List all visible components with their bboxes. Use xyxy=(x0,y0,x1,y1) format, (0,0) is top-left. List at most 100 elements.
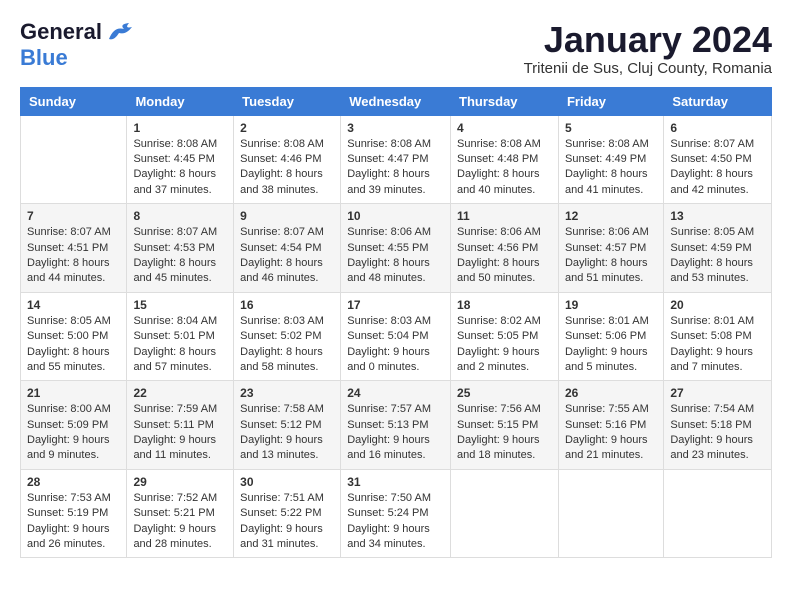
cell-line: Sunset: 4:56 PM xyxy=(457,241,552,256)
calendar-cell: 20Sunrise: 8:01 AMSunset: 5:08 PMDayligh… xyxy=(664,292,772,381)
cell-line: Sunrise: 8:07 AM xyxy=(27,225,120,240)
cell-line: Daylight: 8 hours xyxy=(240,167,334,182)
calendar-cell: 2Sunrise: 8:08 AMSunset: 4:46 PMDaylight… xyxy=(234,115,341,204)
cell-line: Sunset: 4:53 PM xyxy=(133,241,227,256)
cell-line: and 26 minutes. xyxy=(27,537,120,552)
calendar-cell: 6Sunrise: 8:07 AMSunset: 4:50 PMDaylight… xyxy=(664,115,772,204)
cell-line: Sunrise: 7:51 AM xyxy=(240,491,334,506)
week-row-3: 14Sunrise: 8:05 AMSunset: 5:00 PMDayligh… xyxy=(21,292,772,381)
day-number: 8 xyxy=(133,209,227,223)
cell-line: Sunset: 5:22 PM xyxy=(240,506,334,521)
day-number: 21 xyxy=(27,386,120,400)
cell-line: Daylight: 9 hours xyxy=(565,433,657,448)
cell-line: Sunrise: 7:52 AM xyxy=(133,491,227,506)
day-number: 10 xyxy=(347,209,444,223)
cell-line: Sunset: 5:24 PM xyxy=(347,506,444,521)
day-number: 13 xyxy=(670,209,765,223)
cell-line: and 58 minutes. xyxy=(240,360,334,375)
cell-line: Sunrise: 8:06 AM xyxy=(565,225,657,240)
day-number: 30 xyxy=(240,475,334,489)
cell-line: and 18 minutes. xyxy=(457,448,552,463)
cell-line: Daylight: 8 hours xyxy=(133,345,227,360)
calendar-cell xyxy=(558,469,663,558)
calendar-cell: 23Sunrise: 7:58 AMSunset: 5:12 PMDayligh… xyxy=(234,381,341,470)
cell-line: Daylight: 8 hours xyxy=(347,256,444,271)
page-header: General Blue January 2024 Tritenii de Su… xyxy=(20,20,772,77)
cell-line: Daylight: 8 hours xyxy=(670,167,765,182)
cell-line: Daylight: 9 hours xyxy=(27,522,120,537)
cell-line: and 40 minutes. xyxy=(457,183,552,198)
cell-line: and 2 minutes. xyxy=(457,360,552,375)
day-number: 20 xyxy=(670,298,765,312)
cell-line: and 38 minutes. xyxy=(240,183,334,198)
cell-line: Daylight: 8 hours xyxy=(27,256,120,271)
cell-line: Sunrise: 8:08 AM xyxy=(565,137,657,152)
cell-line: Sunrise: 7:55 AM xyxy=(565,402,657,417)
header-cell-monday: Monday xyxy=(127,87,234,115)
cell-line: Daylight: 8 hours xyxy=(240,256,334,271)
cell-line: and 46 minutes. xyxy=(240,271,334,286)
cell-line: Sunset: 4:51 PM xyxy=(27,241,120,256)
week-row-2: 7Sunrise: 8:07 AMSunset: 4:51 PMDaylight… xyxy=(21,204,772,293)
day-number: 19 xyxy=(565,298,657,312)
cell-line: Sunset: 5:04 PM xyxy=(347,329,444,344)
cell-line: and 7 minutes. xyxy=(670,360,765,375)
cell-line: Sunrise: 8:05 AM xyxy=(670,225,765,240)
cell-line: Sunrise: 8:08 AM xyxy=(457,137,552,152)
cell-line: and 55 minutes. xyxy=(27,360,120,375)
day-number: 3 xyxy=(347,121,444,135)
cell-line: Sunset: 5:02 PM xyxy=(240,329,334,344)
calendar-cell: 16Sunrise: 8:03 AMSunset: 5:02 PMDayligh… xyxy=(234,292,341,381)
calendar-cell xyxy=(451,469,559,558)
calendar-header-row: SundayMondayTuesdayWednesdayThursdayFrid… xyxy=(21,87,772,115)
cell-line: and 11 minutes. xyxy=(133,448,227,463)
calendar-cell: 4Sunrise: 8:08 AMSunset: 4:48 PMDaylight… xyxy=(451,115,559,204)
calendar-cell: 14Sunrise: 8:05 AMSunset: 5:00 PMDayligh… xyxy=(21,292,127,381)
cell-line: Sunrise: 7:54 AM xyxy=(670,402,765,417)
day-number: 14 xyxy=(27,298,120,312)
cell-line: Sunset: 4:45 PM xyxy=(133,152,227,167)
calendar-cell: 24Sunrise: 7:57 AMSunset: 5:13 PMDayligh… xyxy=(341,381,451,470)
cell-line: Sunset: 5:16 PM xyxy=(565,418,657,433)
calendar-cell: 3Sunrise: 8:08 AMSunset: 4:47 PMDaylight… xyxy=(341,115,451,204)
calendar-cell: 15Sunrise: 8:04 AMSunset: 5:01 PMDayligh… xyxy=(127,292,234,381)
cell-line: and 45 minutes. xyxy=(133,271,227,286)
calendar-cell: 1Sunrise: 8:08 AMSunset: 4:45 PMDaylight… xyxy=(127,115,234,204)
cell-line: and 34 minutes. xyxy=(347,537,444,552)
cell-line: Daylight: 9 hours xyxy=(670,345,765,360)
cell-line: Sunset: 4:50 PM xyxy=(670,152,765,167)
day-number: 5 xyxy=(565,121,657,135)
logo: General Blue xyxy=(20,20,134,70)
calendar-cell: 8Sunrise: 8:07 AMSunset: 4:53 PMDaylight… xyxy=(127,204,234,293)
day-number: 12 xyxy=(565,209,657,223)
cell-line: and 44 minutes. xyxy=(27,271,120,286)
cell-line: Sunrise: 7:56 AM xyxy=(457,402,552,417)
calendar-body: 1Sunrise: 8:08 AMSunset: 4:45 PMDaylight… xyxy=(21,115,772,558)
cell-line: Sunset: 5:11 PM xyxy=(133,418,227,433)
cell-line: and 28 minutes. xyxy=(133,537,227,552)
day-number: 29 xyxy=(133,475,227,489)
calendar-cell: 13Sunrise: 8:05 AMSunset: 4:59 PMDayligh… xyxy=(664,204,772,293)
cell-line: Daylight: 9 hours xyxy=(347,345,444,360)
day-number: 18 xyxy=(457,298,552,312)
cell-line: and 48 minutes. xyxy=(347,271,444,286)
header-cell-tuesday: Tuesday xyxy=(234,87,341,115)
cell-line: Sunset: 4:54 PM xyxy=(240,241,334,256)
cell-line: Sunrise: 7:57 AM xyxy=(347,402,444,417)
cell-line: Sunrise: 8:06 AM xyxy=(347,225,444,240)
cell-line: Sunset: 5:06 PM xyxy=(565,329,657,344)
calendar-cell: 28Sunrise: 7:53 AMSunset: 5:19 PMDayligh… xyxy=(21,469,127,558)
cell-line: Sunset: 5:08 PM xyxy=(670,329,765,344)
calendar-cell: 12Sunrise: 8:06 AMSunset: 4:57 PMDayligh… xyxy=(558,204,663,293)
calendar-cell: 25Sunrise: 7:56 AMSunset: 5:15 PMDayligh… xyxy=(451,381,559,470)
cell-line: Sunset: 4:55 PM xyxy=(347,241,444,256)
cell-line: Daylight: 8 hours xyxy=(457,167,552,182)
cell-line: and 31 minutes. xyxy=(240,537,334,552)
cell-line: and 0 minutes. xyxy=(347,360,444,375)
cell-line: Sunrise: 8:06 AM xyxy=(457,225,552,240)
calendar-cell: 17Sunrise: 8:03 AMSunset: 5:04 PMDayligh… xyxy=(341,292,451,381)
cell-line: Sunset: 5:05 PM xyxy=(457,329,552,344)
cell-line: Sunrise: 8:07 AM xyxy=(670,137,765,152)
cell-line: Sunset: 4:46 PM xyxy=(240,152,334,167)
day-number: 17 xyxy=(347,298,444,312)
